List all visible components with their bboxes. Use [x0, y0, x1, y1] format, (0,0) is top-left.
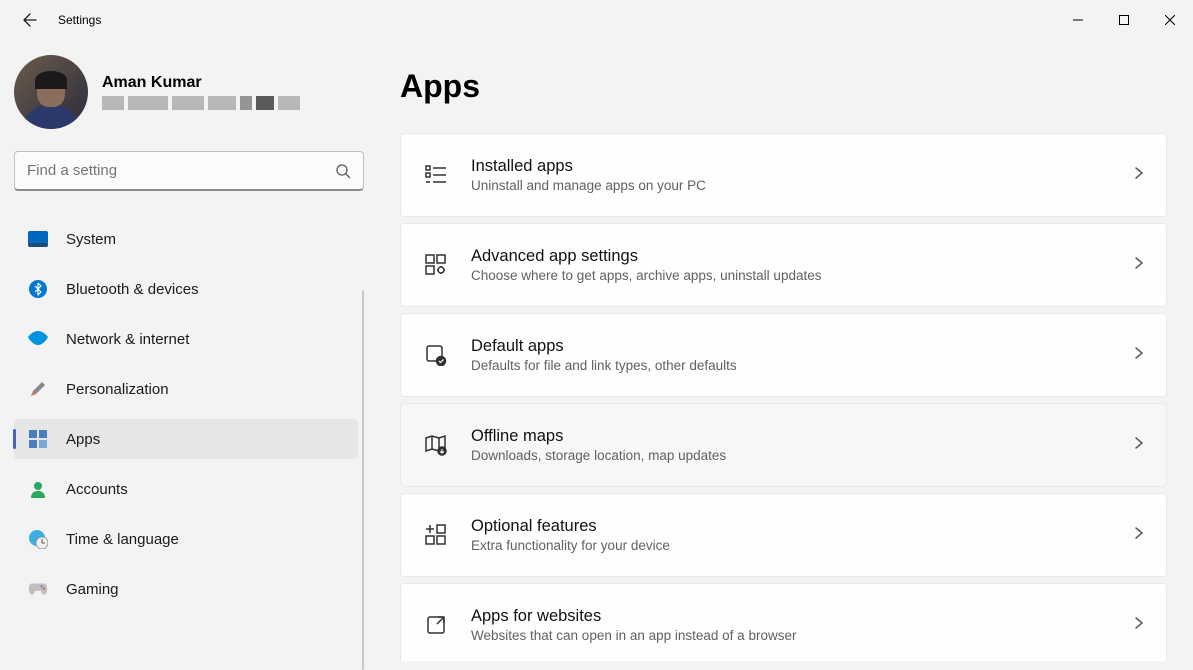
sidebar-scrollbar[interactable] [362, 290, 364, 670]
card-sub: Downloads, storage location, map updates [471, 448, 1112, 463]
bluetooth-icon [28, 279, 48, 299]
add-tile-icon [423, 522, 449, 548]
page-title: Apps [400, 68, 1167, 105]
close-icon [1165, 15, 1175, 25]
profile-block[interactable]: Aman Kumar [14, 55, 370, 129]
brush-icon [28, 379, 48, 399]
card-apps-for-websites[interactable]: Apps for websites Websites that can open… [400, 583, 1167, 661]
card-installed-apps[interactable]: Installed apps Uninstall and manage apps… [400, 133, 1167, 217]
gaming-icon [28, 579, 48, 599]
main-pane: Apps Installed apps Uninstall and manage… [370, 40, 1193, 661]
card-text: Apps for websites Websites that can open… [471, 607, 1112, 643]
chevron-right-icon [1134, 436, 1144, 455]
card-sub: Choose where to get apps, archive apps, … [471, 268, 1112, 283]
layout: Aman Kumar [0, 40, 1193, 661]
close-button[interactable] [1147, 5, 1193, 35]
accounts-icon [28, 479, 48, 499]
sidebar-item-personalization[interactable]: Personalization [14, 369, 358, 409]
card-sub: Websites that can open in an app instead… [471, 628, 1112, 643]
card-text: Optional features Extra functionality fo… [471, 517, 1112, 553]
avatar [14, 55, 88, 129]
chevron-right-icon [1134, 346, 1144, 365]
sidebar-item-apps[interactable]: Apps [14, 419, 358, 459]
search-input[interactable] [27, 162, 335, 179]
sidebar-item-label: Accounts [66, 481, 128, 498]
clock-globe-icon [28, 529, 48, 549]
chevron-right-icon [1134, 256, 1144, 275]
apps-gear-icon [423, 252, 449, 278]
card-default-apps[interactable]: Default apps Defaults for file and link … [400, 313, 1167, 397]
card-title: Optional features [471, 517, 1112, 536]
sidebar-item-accounts[interactable]: Accounts [14, 469, 358, 509]
system-icon [28, 229, 48, 249]
titlebar-left: Settings [0, 0, 101, 40]
titlebar: Settings [0, 0, 1193, 40]
sidebar-item-network[interactable]: Network & internet [14, 319, 358, 359]
app-check-icon [423, 342, 449, 368]
list-icon [423, 162, 449, 188]
search-box[interactable] [14, 151, 364, 191]
card-advanced-app-settings[interactable]: Advanced app settings Choose where to ge… [400, 223, 1167, 307]
sidebar-item-label: Network & internet [66, 331, 189, 348]
profile-name: Aman Kumar [102, 74, 300, 92]
card-text: Default apps Defaults for file and link … [471, 337, 1112, 373]
window-controls [1055, 5, 1193, 35]
sidebar-item-label: System [66, 231, 116, 248]
search-icon [335, 163, 351, 179]
card-title: Default apps [471, 337, 1112, 356]
sidebar-item-label: Personalization [66, 381, 169, 398]
apps-icon [28, 429, 48, 449]
sidebar: Aman Kumar [0, 40, 370, 661]
avatar-image [21, 69, 81, 129]
sidebar-item-label: Apps [66, 431, 100, 448]
nav-list: System Bluetooth & devices Network & int… [14, 219, 370, 609]
sidebar-item-gaming[interactable]: Gaming [14, 569, 358, 609]
map-download-icon [423, 432, 449, 458]
profile-info: Aman Kumar [102, 74, 300, 110]
card-text: Offline maps Downloads, storage location… [471, 427, 1112, 463]
sidebar-item-label: Gaming [66, 581, 119, 598]
wifi-icon [28, 329, 48, 349]
chevron-right-icon [1134, 166, 1144, 185]
window-title: Settings [58, 13, 101, 27]
card-text: Advanced app settings Choose where to ge… [471, 247, 1112, 283]
sidebar-item-time-language[interactable]: Time & language [14, 519, 358, 559]
card-sub: Extra functionality for your device [471, 538, 1112, 553]
card-title: Offline maps [471, 427, 1112, 446]
card-sub: Defaults for file and link types, other … [471, 358, 1112, 373]
card-text: Installed apps Uninstall and manage apps… [471, 157, 1112, 193]
minimize-button[interactable] [1055, 5, 1101, 35]
sidebar-item-label: Time & language [66, 531, 179, 548]
sidebar-item-bluetooth[interactable]: Bluetooth & devices [14, 269, 358, 309]
card-offline-maps[interactable]: Offline maps Downloads, storage location… [400, 403, 1167, 487]
card-sub: Uninstall and manage apps on your PC [471, 178, 1112, 193]
search-wrap [14, 151, 364, 191]
card-title: Installed apps [471, 157, 1112, 176]
card-optional-features[interactable]: Optional features Extra functionality fo… [400, 493, 1167, 577]
minimize-icon [1073, 15, 1083, 25]
chevron-right-icon [1134, 526, 1144, 545]
sidebar-item-label: Bluetooth & devices [66, 281, 199, 298]
arrow-left-icon [22, 12, 38, 28]
sidebar-item-system[interactable]: System [14, 219, 358, 259]
card-title: Advanced app settings [471, 247, 1112, 266]
back-button[interactable] [10, 0, 50, 40]
maximize-icon [1119, 15, 1129, 25]
card-title: Apps for websites [471, 607, 1112, 626]
maximize-button[interactable] [1101, 5, 1147, 35]
app-link-icon [423, 612, 449, 638]
chevron-right-icon [1134, 616, 1144, 635]
profile-email-redacted [102, 96, 300, 110]
